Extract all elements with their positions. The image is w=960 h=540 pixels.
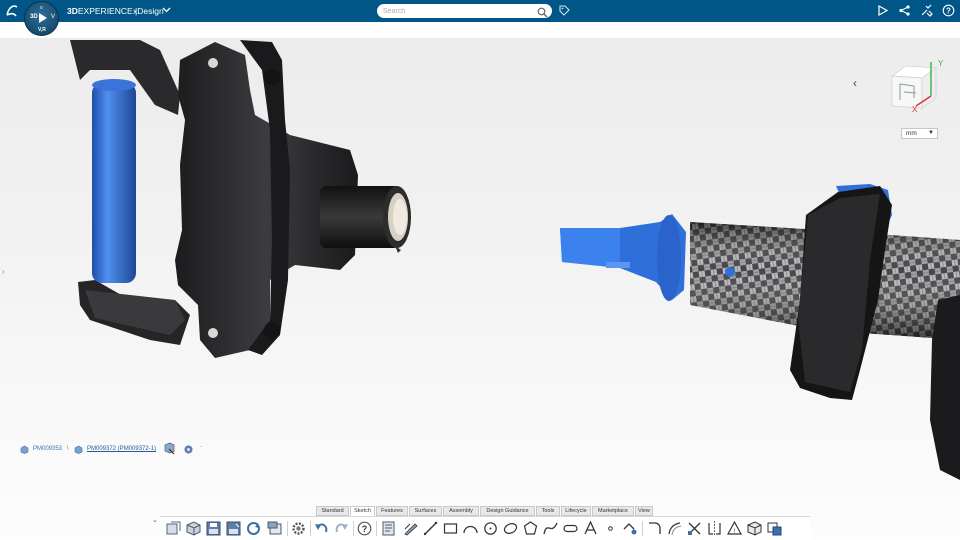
ellipse-icon[interactable] bbox=[502, 520, 519, 537]
tab-design-guidance[interactable]: Design Guidance bbox=[480, 506, 535, 516]
compass-bottom-label: V,R bbox=[38, 27, 46, 33]
breadcrumb-separator: \ bbox=[67, 446, 69, 452]
circle-icon[interactable] bbox=[482, 520, 499, 537]
properties-icon[interactable] bbox=[267, 520, 284, 537]
refresh-icon[interactable] bbox=[245, 520, 262, 537]
convert-icon[interactable] bbox=[766, 520, 783, 537]
tag-icon[interactable] bbox=[558, 4, 571, 17]
axis-y-label: Y bbox=[938, 59, 944, 68]
compass-3d-label: 3D bbox=[30, 14, 38, 20]
tab-tools[interactable]: Tools bbox=[536, 506, 560, 516]
line-icon[interactable] bbox=[422, 520, 439, 537]
share-icon[interactable] bbox=[876, 4, 889, 17]
toolbar-separator bbox=[376, 521, 377, 536]
search-input[interactable] bbox=[377, 4, 552, 18]
tab-features[interactable]: Features bbox=[376, 506, 408, 516]
offset-icon[interactable] bbox=[666, 520, 683, 537]
bracket-assembly[interactable] bbox=[70, 40, 411, 358]
header-strip bbox=[0, 22, 960, 38]
fillet-icon[interactable] bbox=[646, 520, 663, 537]
app-name[interactable]: xDesign bbox=[133, 6, 164, 16]
side-panel-handle-icon[interactable]: › bbox=[2, 267, 5, 276]
sketch-toolbar: ? ! bbox=[160, 516, 810, 540]
save-icon[interactable] bbox=[205, 520, 222, 537]
units-select[interactable]: mm ▼ bbox=[901, 128, 938, 139]
chevron-left-icon[interactable]: ‹ bbox=[853, 76, 857, 90]
mirror-icon[interactable] bbox=[706, 520, 723, 537]
toolbar-separator bbox=[642, 521, 643, 536]
arc-icon[interactable] bbox=[462, 520, 479, 537]
undo-icon[interactable] bbox=[313, 520, 330, 537]
assembly-icon bbox=[20, 445, 29, 454]
polygon-icon[interactable] bbox=[522, 520, 539, 537]
tab-marketplace[interactable]: Marketplace bbox=[592, 506, 634, 516]
tab-assembly[interactable]: Assembly bbox=[443, 506, 479, 516]
redo-icon[interactable] bbox=[333, 520, 350, 537]
edit-part-icon[interactable] bbox=[163, 442, 176, 455]
compass-widget[interactable]: o 3D V V,R bbox=[24, 1, 59, 36]
view-cube[interactable]: Y X bbox=[886, 56, 946, 120]
tab-lifecycle[interactable]: Lifecycle bbox=[561, 506, 591, 516]
part-icon[interactable] bbox=[185, 520, 202, 537]
help-icon[interactable]: ? bbox=[356, 520, 373, 537]
gear-icon[interactable] bbox=[290, 520, 307, 537]
axis-x-label: X bbox=[912, 105, 918, 114]
breadcrumb-current[interactable]: PM009372 (PM009372-1) bbox=[87, 446, 156, 452]
svg-text:?: ? bbox=[946, 6, 951, 15]
toolbar-separator bbox=[287, 521, 288, 536]
3d-viewport[interactable]: › ‹ Y X mm ▼ bbox=[0, 38, 960, 540]
handle-assembly[interactable] bbox=[560, 184, 960, 480]
sketch-plane-icon[interactable] bbox=[380, 520, 397, 537]
compass-v-label: V bbox=[51, 14, 56, 20]
trim-icon[interactable] bbox=[686, 520, 703, 537]
settings-part-icon[interactable] bbox=[183, 444, 194, 455]
tab-surfaces[interactable]: Surfaces bbox=[409, 506, 442, 516]
toolbar-separator bbox=[310, 521, 311, 536]
toolbar-collapse-icon[interactable]: ⌄ bbox=[152, 516, 158, 524]
text-icon[interactable] bbox=[582, 520, 599, 537]
slot-icon[interactable] bbox=[562, 520, 579, 537]
help-icon[interactable]: ? bbox=[942, 4, 955, 17]
units-value: mm bbox=[906, 130, 917, 137]
brand-title: 3DEXPERIENCE | bbox=[67, 6, 138, 16]
connect-icon[interactable] bbox=[898, 4, 911, 17]
spline-icon[interactable] bbox=[542, 520, 559, 537]
tab-sketch[interactable]: Sketch bbox=[350, 506, 375, 516]
save-as-icon[interactable] bbox=[225, 520, 242, 537]
project-icon[interactable] bbox=[622, 520, 639, 537]
sketch-tool-icon[interactable] bbox=[402, 520, 419, 537]
top-bar: 3DEXPERIENCE | xDesign ? bbox=[0, 0, 960, 22]
tab-standard[interactable]: Standard bbox=[316, 506, 349, 516]
chevron-down-icon[interactable] bbox=[162, 5, 171, 16]
part-icon bbox=[74, 445, 83, 454]
new-sketch-icon[interactable] bbox=[165, 520, 182, 537]
model-scene[interactable] bbox=[0, 38, 960, 540]
compass-top-label: o bbox=[40, 5, 43, 11]
breadcrumb-dot: · bbox=[200, 444, 202, 450]
triangle-icon[interactable]: ! bbox=[726, 520, 743, 537]
tools-icon[interactable] bbox=[920, 4, 933, 17]
cube-icon[interactable] bbox=[746, 520, 763, 537]
caret-down-icon: ▼ bbox=[928, 130, 934, 136]
svg-text:?: ? bbox=[362, 524, 368, 534]
toolbar-separator bbox=[353, 521, 354, 536]
rectangle-icon[interactable] bbox=[442, 520, 459, 537]
breadcrumb-root[interactable]: PM009353 bbox=[33, 446, 62, 452]
play-icon bbox=[39, 13, 47, 23]
search-icon[interactable] bbox=[537, 5, 548, 18]
tab-view[interactable]: View bbox=[635, 506, 653, 516]
ds-logo-icon[interactable] bbox=[4, 3, 20, 19]
point-icon[interactable] bbox=[602, 520, 619, 537]
